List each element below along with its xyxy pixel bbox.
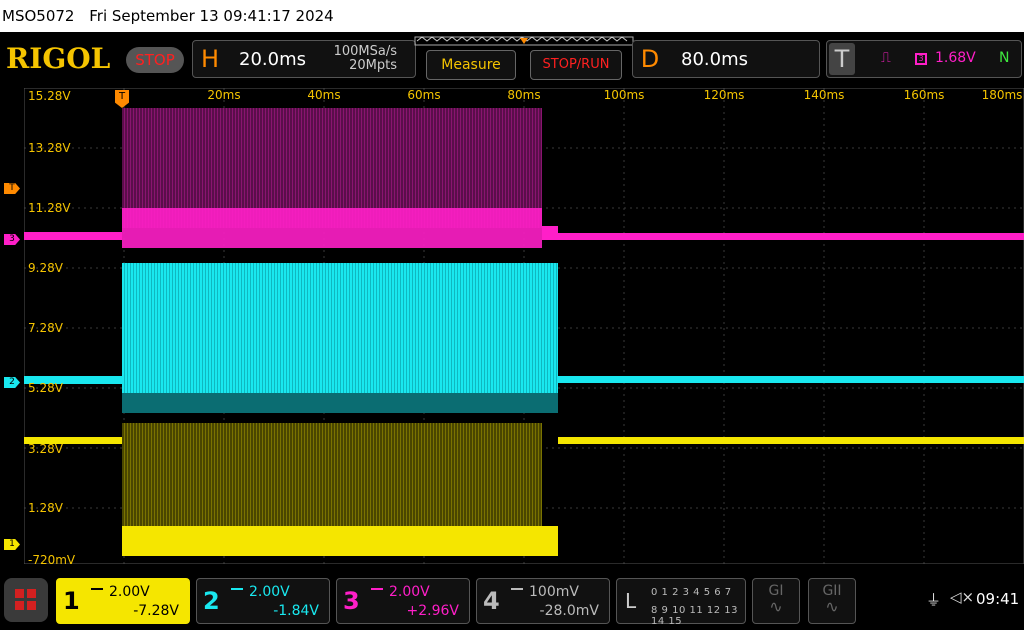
logic-analyzer-panel[interactable]: L 0 1 2 3 4 5 6 7 8 9 10 11 12 13 14 15 [616,578,746,627]
acquisition-info: 100MSa/s 20Mpts [334,45,397,73]
trigger-level: 1.68V [935,50,976,66]
ch3-offset-marker[interactable]: 3 [4,234,20,245]
logic-bits-row2: 8 9 10 11 12 13 14 15 [651,605,739,627]
sample-rate: 100MSa/s [333,44,397,59]
logic-label: L [625,589,637,613]
bottom-bar: 1 2.00V -7.28V 2 2.00V -1.84V 3 2.00V +2… [0,574,1024,630]
ch1-trace [24,423,1024,556]
timebase-value: 20.0ms [239,49,306,70]
ch1-offset: -7.28V [133,603,179,619]
ch4-offset: -28.0mV [539,603,599,619]
usb-icon: ⏚ [926,591,942,609]
y-tick-label: 15.28V [28,89,71,103]
memory-depth: 20Mpts [349,58,397,73]
y-tick-label: 1.28V [28,501,63,515]
sine-wave-icon: ∿ [769,597,783,616]
ch2-scale: 2.00V [249,584,290,600]
ch3-number: 3 [343,587,360,615]
title-bar: MSO5072 Fri September 13 09:41:17 2024 [0,0,1024,32]
y-tick-label: 11.28V [28,201,71,215]
x-tick-label: 120ms [703,88,745,102]
main-menu-button[interactable] [4,578,48,622]
trigger-panel[interactable]: T ⎍ 3 1.68V N [826,40,1022,78]
y-tick-label: -720mV [28,553,76,567]
delay-value: 80.0ms [681,49,748,70]
ch3-trace [24,108,1024,248]
dc-coupling-icon [511,588,523,594]
trigger-mode: N [999,50,1010,66]
trigger-letter: T [829,43,855,75]
x-tick-label: 160ms [903,88,945,102]
dc-coupling-icon [91,588,103,594]
ch1-panel[interactable]: 1 2.00V -7.28V [56,578,190,624]
waveform-display[interactable] [24,88,1024,564]
falling-edge-icon: ⎍ [881,50,891,66]
ch3-panel[interactable]: 3 2.00V +2.96V [336,578,470,624]
measure-button[interactable]: Measure [426,50,516,80]
x-tick-label: 180ms [981,88,1023,102]
ch2-trace [24,263,1024,413]
x-tick-label: 140ms [803,88,845,102]
x-tick-label: 40ms [307,88,341,102]
rigol-logo: RIGOL [6,42,111,75]
trigger-level-marker[interactable]: T [4,183,20,194]
trigger-source: 3 [915,53,927,65]
ch2-number: 2 [203,587,220,615]
horizontal-panel[interactable]: H 20.0ms 100MSa/s 20Mpts [192,40,416,78]
ch4-panel[interactable]: 4 100mV -28.0mV [476,578,610,624]
ch2-panel[interactable]: 2 2.00V -1.84V [196,578,330,624]
y-tick-label: 9.28V [28,261,63,275]
ch1-scale: 2.00V [109,584,150,600]
ch1-offset-marker[interactable]: 1 [4,539,20,550]
generator1-button[interactable]: GI ∿ [752,578,800,624]
x-tick-label: 80ms [507,88,541,102]
logic-bits-row1: 0 1 2 3 4 5 6 7 [651,587,732,598]
dc-coupling-icon [371,588,383,594]
ch2-offset: -1.84V [273,603,319,619]
model-name: MSO5072 [2,7,75,25]
speaker-muted-icon[interactable]: ◁× [950,588,974,606]
clock: 09:41 [976,590,1020,608]
y-tick-label: 13.28V [28,141,71,155]
ch1-number: 1 [63,587,80,615]
memory-position-bar [414,36,634,46]
delay-panel[interactable]: D 80.0ms [632,40,820,78]
ch4-scale: 100mV [529,584,579,600]
y-tick-label: 3.28V [28,442,63,456]
sine-wave-icon: ∿ [825,597,839,616]
y-tick-label: 5.28V [28,381,63,395]
y-tick-label: 7.28V [28,321,63,335]
ch3-offset: +2.96V [406,603,459,619]
ch4-number: 4 [483,587,500,615]
stop-run-button[interactable]: STOP/RUN [530,50,622,80]
x-tick-label: 20ms [207,88,241,102]
generator2-button[interactable]: GII ∿ [808,578,856,624]
date-time: Fri September 13 09:41:17 2024 [89,7,334,25]
x-tick-label: 60ms [407,88,441,102]
dc-coupling-icon [231,588,243,594]
ch3-scale: 2.00V [389,584,430,600]
run-state-indicator[interactable]: STOP [126,47,184,73]
x-tick-label: 100ms [603,88,645,102]
delay-letter: D [640,45,660,73]
horizontal-letter: H [200,45,220,73]
ch2-offset-marker[interactable]: 2 [4,377,20,388]
top-status-bar: RIGOL STOP H 20.0ms 100MSa/s 20Mpts Meas… [0,36,1024,82]
